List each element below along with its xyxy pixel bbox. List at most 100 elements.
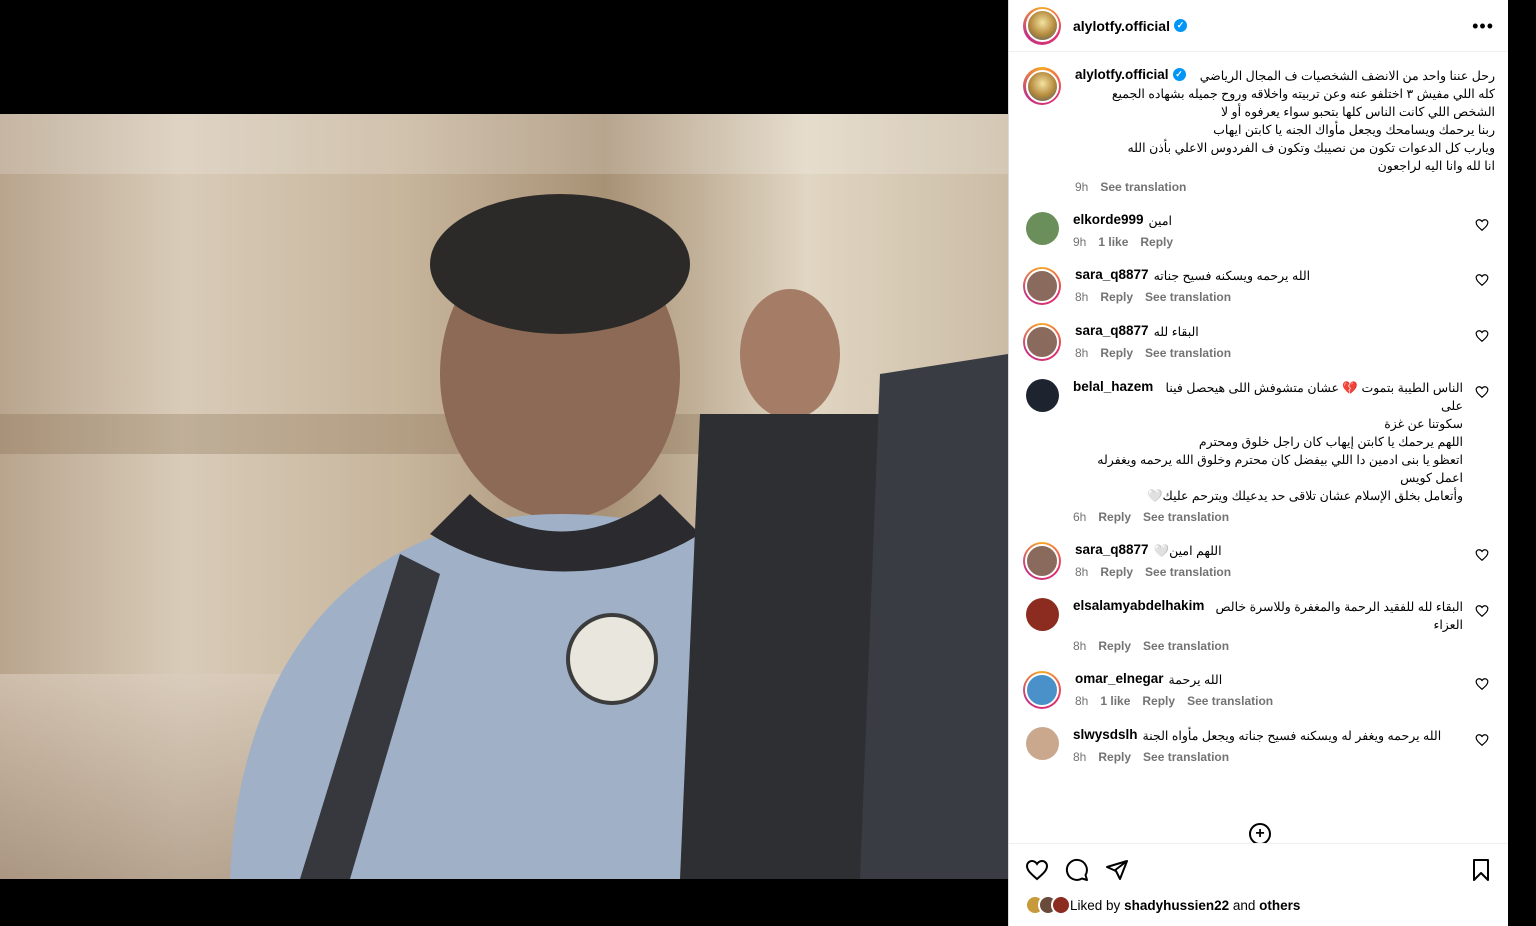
comment-time: 8h <box>1073 639 1087 653</box>
commenter-username[interactable]: omar_elnegar <box>1075 671 1164 689</box>
reply-button[interactable]: Reply <box>1100 346 1133 360</box>
comment-item: sara_q8877 الله يرحمه ويسكنه فسيح جناته … <box>1023 267 1495 305</box>
author-username[interactable]: alylotfy.official ✓ <box>1073 18 1187 34</box>
comment-time: 8h <box>1075 694 1089 708</box>
comment-text-line: اتعظو يا بنى ادمين دا اللي بيفضل كان محت… <box>1097 453 1463 485</box>
page-gutter <box>1508 0 1536 926</box>
commenter-avatar[interactable] <box>1026 212 1059 245</box>
commenter-username[interactable]: slwysdslh <box>1073 727 1138 745</box>
caption-line: انا لله وانا اليه لراجعون <box>1377 159 1495 173</box>
comment-text: الله يرحمه ويسكنه فسيح جناته <box>1153 269 1311 283</box>
commenter-avatar[interactable] <box>1023 542 1061 580</box>
commenter-username[interactable]: belal_hazem <box>1073 379 1153 415</box>
likes-summary: Liked by shadyhussien22 and others <box>1025 895 1300 915</box>
comment-item: elkorde999 امين 9h 1 like Reply <box>1023 212 1495 249</box>
see-translation-link[interactable]: See translation <box>1145 290 1231 304</box>
verified-badge-icon: ✓ <box>1173 19 1187 32</box>
commenter-avatar[interactable] <box>1026 727 1059 760</box>
commenter-avatar[interactable] <box>1023 323 1061 361</box>
author-avatar[interactable] <box>1023 6 1061 45</box>
reply-button[interactable]: Reply <box>1098 639 1131 653</box>
post-actions <box>1009 843 1509 895</box>
reply-button[interactable]: Reply <box>1140 235 1173 249</box>
comment-like-heart-icon[interactable] <box>1475 329 1489 343</box>
comment-likes[interactable]: 1 like <box>1098 235 1128 249</box>
commenter-username[interactable]: elsalamyabdelhakim <box>1073 598 1204 634</box>
see-translation-link[interactable]: See translation <box>1143 750 1229 764</box>
caption-line: ربنا يرحمك ويسامحك ويجعل مأواك الجنه يا … <box>1213 123 1495 137</box>
reply-button[interactable]: Reply <box>1098 750 1131 764</box>
comment-like-heart-icon[interactable] <box>1475 218 1489 232</box>
caption-line: الشخص اللي كانت الناس كلها بتحبو سواء يع… <box>1220 105 1495 119</box>
see-translation-link[interactable]: See translation <box>1187 694 1273 708</box>
comment-item: belal_hazem الناس الطيبة بتموت 💔 عشان مت… <box>1023 379 1495 524</box>
comment-time: 8h <box>1075 290 1089 304</box>
caption-line: كله اللي مفيش ٣ اختلفو عنه وعن تربيته وا… <box>1111 87 1495 101</box>
post-header: alylotfy.official ✓ ••• <box>1009 0 1508 52</box>
comments-list[interactable]: alylotfy.official ✓ رحل عننا واحد من الا… <box>1009 53 1509 843</box>
comment-time: 8h <box>1075 565 1089 579</box>
see-translation-link[interactable]: See translation <box>1143 510 1229 524</box>
comment-like-heart-icon[interactable] <box>1475 604 1489 618</box>
comment-like-heart-icon[interactable] <box>1475 733 1489 747</box>
reply-button[interactable]: Reply <box>1098 510 1131 524</box>
comment-text: الناس الطيبة بتموت 💔 عشان متشوفش اللى هي… <box>1165 381 1463 413</box>
commenter-avatar[interactable] <box>1026 598 1059 631</box>
commenter-avatar[interactable] <box>1023 267 1061 305</box>
comment-text-line: وأتعامل بخلق الإسلام عشان تلاقى حد يدعيل… <box>1146 489 1463 503</box>
commenter-username[interactable]: sara_q8877 <box>1075 323 1149 341</box>
comment-time: 8h <box>1073 750 1087 764</box>
reply-button[interactable]: Reply <box>1100 565 1133 579</box>
comment-like-heart-icon[interactable] <box>1475 677 1489 691</box>
comment-text: الله يرحمه ويغفر له ويسكنه فسيح جناته وي… <box>1142 729 1442 743</box>
comment-text-line: اللهم يرحمك يا كابتن إيهاب كان راجل خلوق… <box>1198 435 1463 449</box>
see-translation-link[interactable]: See translation <box>1100 180 1186 194</box>
more-options-icon[interactable]: ••• <box>1472 17 1494 35</box>
comment-text: الله يرحمة <box>1168 673 1223 687</box>
post-photo <box>0 114 1008 879</box>
heart-icon[interactable] <box>1025 858 1049 882</box>
caption-line: ويارب كل الدعوات تكون من نصيبك وتكون ف ا… <box>1127 141 1495 155</box>
commenter-username[interactable]: elkorde999 <box>1073 212 1144 230</box>
caption-line: رحل عننا واحد من الانضف الشخصيات ف المجا… <box>1199 69 1495 83</box>
commenter-username[interactable]: sara_q8877 <box>1075 267 1149 285</box>
photo-viewer <box>0 0 1008 926</box>
others-link[interactable]: others <box>1259 898 1300 913</box>
share-icon[interactable] <box>1105 858 1129 882</box>
commenter-avatar[interactable] <box>1023 671 1061 709</box>
plus-circle-icon[interactable]: + <box>1249 823 1271 843</box>
comment-like-heart-icon[interactable] <box>1475 548 1489 562</box>
comment-item: sara_q8877 البقاء لله 8h Reply See transla… <box>1023 323 1495 361</box>
comment-text: البقاء لله <box>1153 325 1199 339</box>
comment-icon[interactable] <box>1065 858 1089 882</box>
comment-time: 8h <box>1075 346 1089 360</box>
liker-username[interactable]: shadyhussien22 <box>1124 898 1229 913</box>
comment-time: 6h <box>1073 510 1087 524</box>
comment-text: اللهم امين🤍 <box>1153 544 1222 558</box>
liker-avatars <box>1025 895 1071 915</box>
photo-subject <box>230 194 1008 879</box>
caption-time: 9h <box>1075 180 1089 194</box>
comment-like-heart-icon[interactable] <box>1475 385 1489 399</box>
post-caption: alylotfy.official ✓ رحل عننا واحد من الا… <box>1023 67 1495 194</box>
comment-item: slwysdslh الله يرحمه ويغفر له ويسكنه فسي… <box>1023 727 1495 764</box>
comment-item: omar_elnegar الله يرحمة 8h 1 like Reply See… <box>1023 671 1495 709</box>
comment-item: elsalamyabdelhakim البقاء لله للفقيد الر… <box>1023 598 1495 653</box>
caption-avatar[interactable] <box>1023 67 1061 105</box>
reply-button[interactable]: Reply <box>1100 290 1133 304</box>
commenter-avatar[interactable] <box>1026 379 1059 412</box>
comment-text: البقاء لله للفقيد الرحمة والمغفرة وللاسر… <box>1215 600 1463 632</box>
see-translation-link[interactable]: See translation <box>1145 565 1231 579</box>
bookmark-icon[interactable] <box>1469 858 1493 882</box>
reply-button[interactable]: Reply <box>1142 694 1175 708</box>
see-translation-link[interactable]: See translation <box>1143 639 1229 653</box>
comment-time: 9h <box>1073 235 1087 249</box>
comment-like-heart-icon[interactable] <box>1475 273 1489 287</box>
comment-likes[interactable]: 1 like <box>1100 694 1130 708</box>
comment-item: sara_q8877 اللهم امين🤍 8h Reply See transl… <box>1023 542 1495 580</box>
see-translation-link[interactable]: See translation <box>1145 346 1231 360</box>
commenter-username[interactable]: sara_q8877 <box>1075 542 1149 560</box>
caption-username[interactable]: alylotfy.official ✓ <box>1075 67 1186 82</box>
verified-badge-icon: ✓ <box>1172 68 1186 81</box>
comment-text: امين <box>1148 214 1173 228</box>
